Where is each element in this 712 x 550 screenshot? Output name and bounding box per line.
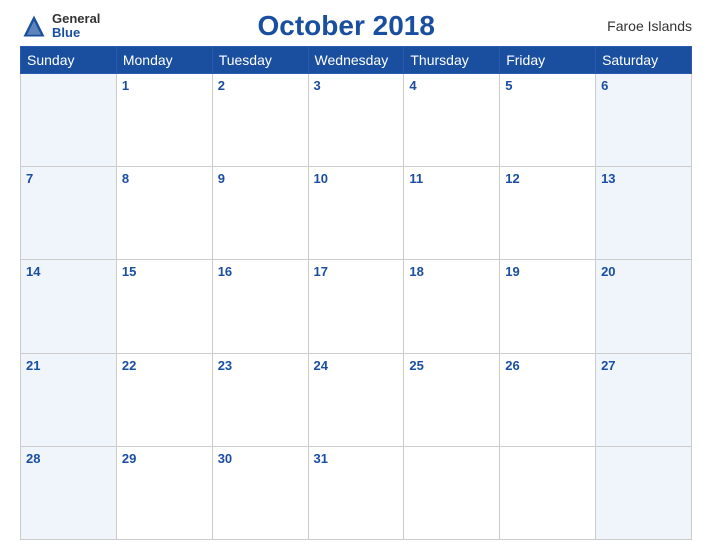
day-number: 12 [505, 171, 519, 186]
calendar-cell [596, 446, 692, 539]
calendar-cell: 13 [596, 167, 692, 260]
logo: General Blue [20, 12, 100, 41]
day-number: 22 [122, 358, 136, 373]
weekday-header-tuesday: Tuesday [212, 47, 308, 74]
calendar-cell: 7 [21, 167, 117, 260]
calendar-week-row: 1 2 3 4 5 6 [21, 74, 692, 167]
weekday-header-friday: Friday [500, 47, 596, 74]
day-number: 10 [314, 171, 328, 186]
day-number: 19 [505, 264, 519, 279]
calendar-week-row: 21 22 23 24 25 26 27 [21, 353, 692, 446]
weekday-header-sunday: Sunday [21, 47, 117, 74]
calendar-cell: 12 [500, 167, 596, 260]
weekday-header-monday: Monday [116, 47, 212, 74]
calendar-table: SundayMondayTuesdayWednesdayThursdayFrid… [20, 46, 692, 540]
calendar-cell: 4 [404, 74, 500, 167]
calendar-cell: 24 [308, 353, 404, 446]
day-number: 31 [314, 451, 328, 466]
day-number: 27 [601, 358, 615, 373]
day-number: 29 [122, 451, 136, 466]
day-number: 5 [505, 78, 512, 93]
day-number: 21 [26, 358, 40, 373]
calendar-cell: 19 [500, 260, 596, 353]
calendar-cell: 6 [596, 74, 692, 167]
day-number: 13 [601, 171, 615, 186]
day-number: 26 [505, 358, 519, 373]
generalblue-logo-icon [20, 12, 48, 40]
calendar-cell: 8 [116, 167, 212, 260]
logo-general-label: General [52, 12, 100, 26]
header: General Blue October 2018 Faroe Islands [20, 10, 692, 42]
calendar-cell: 30 [212, 446, 308, 539]
day-number: 24 [314, 358, 328, 373]
calendar-cell: 26 [500, 353, 596, 446]
logo-blue-label: Blue [52, 26, 100, 40]
calendar-cell: 18 [404, 260, 500, 353]
calendar-cell: 20 [596, 260, 692, 353]
calendar-week-row: 28 29 30 31 [21, 446, 692, 539]
calendar-cell: 14 [21, 260, 117, 353]
day-number: 28 [26, 451, 40, 466]
weekday-header-row: SundayMondayTuesdayWednesdayThursdayFrid… [21, 47, 692, 74]
calendar-cell: 10 [308, 167, 404, 260]
calendar-cell: 23 [212, 353, 308, 446]
day-number: 2 [218, 78, 225, 93]
calendar-cell: 11 [404, 167, 500, 260]
calendar-cell [404, 446, 500, 539]
calendar-cell: 22 [116, 353, 212, 446]
day-number: 7 [26, 171, 33, 186]
weekday-header-wednesday: Wednesday [308, 47, 404, 74]
day-number: 23 [218, 358, 232, 373]
calendar-cell: 27 [596, 353, 692, 446]
calendar-cell [21, 74, 117, 167]
weekday-header-saturday: Saturday [596, 47, 692, 74]
day-number: 9 [218, 171, 225, 186]
day-number: 6 [601, 78, 608, 93]
day-number: 8 [122, 171, 129, 186]
calendar-cell: 21 [21, 353, 117, 446]
day-number: 20 [601, 264, 615, 279]
calendar-cell: 1 [116, 74, 212, 167]
day-number: 11 [409, 171, 423, 186]
day-number: 25 [409, 358, 423, 373]
day-number: 3 [314, 78, 321, 93]
day-number: 16 [218, 264, 232, 279]
calendar-cell: 31 [308, 446, 404, 539]
day-number: 1 [122, 78, 129, 93]
calendar-cell: 25 [404, 353, 500, 446]
day-number: 15 [122, 264, 136, 279]
calendar-cell: 3 [308, 74, 404, 167]
calendar-cell [500, 446, 596, 539]
day-number: 17 [314, 264, 328, 279]
calendar-cell: 5 [500, 74, 596, 167]
calendar-week-row: 7 8 9 10 11 12 13 [21, 167, 692, 260]
logo-text: General Blue [52, 12, 100, 41]
weekday-header-thursday: Thursday [404, 47, 500, 74]
calendar-cell: 15 [116, 260, 212, 353]
day-number: 18 [409, 264, 423, 279]
region-label: Faroe Islands [592, 18, 692, 34]
calendar-cell: 17 [308, 260, 404, 353]
calendar-cell: 2 [212, 74, 308, 167]
day-number: 14 [26, 264, 40, 279]
calendar-week-row: 14 15 16 17 18 19 20 [21, 260, 692, 353]
calendar-cell: 29 [116, 446, 212, 539]
day-number: 4 [409, 78, 416, 93]
month-title: October 2018 [100, 10, 592, 42]
calendar-cell: 28 [21, 446, 117, 539]
calendar-cell: 9 [212, 167, 308, 260]
calendar-cell: 16 [212, 260, 308, 353]
day-number: 30 [218, 451, 232, 466]
